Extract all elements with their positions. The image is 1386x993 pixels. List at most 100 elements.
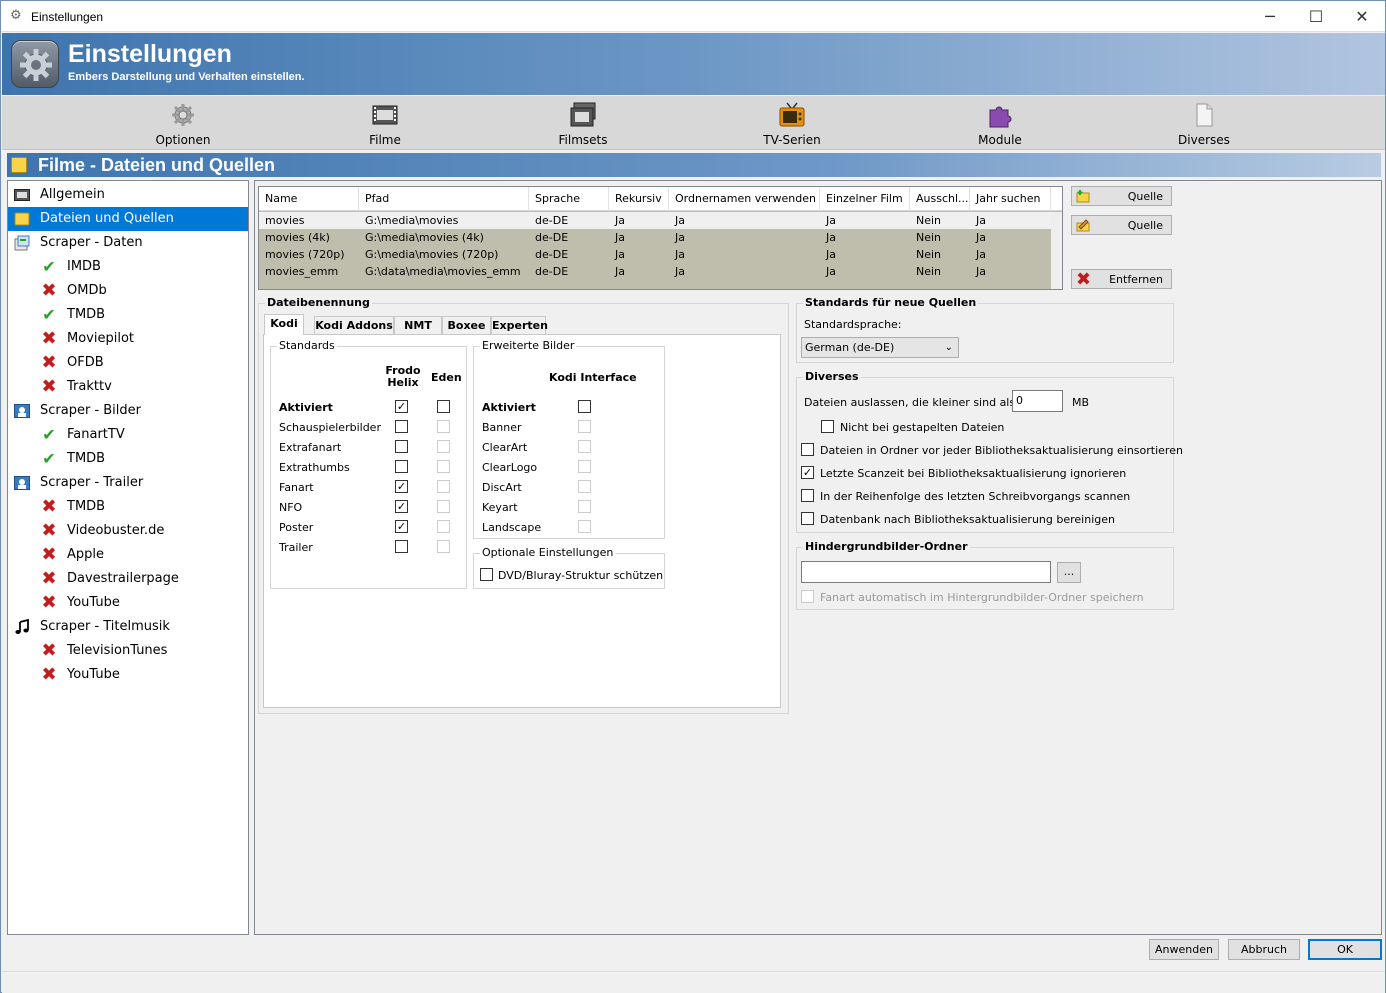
tree-item[interactable]: ✖ Apple (8, 543, 248, 567)
toolbar-module[interactable]: Module (940, 99, 1060, 149)
table-cell: Ja (976, 248, 986, 261)
kodi-interface-checkbox (578, 520, 591, 533)
standards-row-label: Extrathumbs (279, 461, 350, 474)
frodo-helix-checkbox[interactable]: ✓ (395, 520, 408, 533)
tab-experten[interactable]: Experten (491, 316, 548, 335)
tree-item[interactable]: ✖ YouTube (8, 663, 248, 687)
column-header[interactable]: Jahr suchen (970, 187, 1051, 211)
tab-kodi-addons[interactable]: Kodi Addons (314, 316, 394, 335)
table-row[interactable]: movies_emm G:\data\media\movies_emm de-DE J… (259, 263, 1051, 280)
minimize-button[interactable]: ─ (1247, 1, 1293, 32)
sort-before-checkbox[interactable] (801, 443, 814, 456)
tree-item[interactable]: ✖ YouTube (8, 591, 248, 615)
dvd-bluray-checkbox[interactable] (480, 568, 493, 581)
sources-table[interactable]: Name Pfad Sprache Rekursiv Ordnernamen v… (258, 186, 1063, 290)
toolbar-filmsets[interactable]: Filmsets (523, 99, 643, 149)
cross-icon: ✖ (41, 328, 57, 349)
ignore-scan-checkbox[interactable]: ✓ (801, 466, 814, 479)
column-header[interactable]: Pfad (359, 187, 529, 211)
table-cell: de-DE (535, 265, 569, 278)
table-row[interactable]: movies (4k) G:\media\movies (4k) de-DE Ja Ja… (259, 229, 1051, 246)
frodo-helix-checkbox[interactable] (395, 540, 408, 553)
frodo-helix-checkbox[interactable]: ✓ (395, 400, 408, 413)
table-row[interactable]: movies (720p) G:\media\movies (720p) de-DE… (259, 246, 1051, 263)
tab-kodi[interactable]: Kodi (264, 314, 304, 335)
tree-item[interactable]: ✖ OFDB (8, 351, 248, 375)
table-cell: Ja (675, 265, 685, 278)
standards-row-label: Extrafanart (279, 441, 342, 454)
remove-source-label: Entfernen (1109, 273, 1163, 286)
settings-tree[interactable]: Allgemein Dateien und Quellen Scraper - Da… (7, 180, 249, 935)
header-banner: Einstellungen Embers Darstellung und Ver… (2, 33, 1385, 95)
column-header[interactable]: Ordnernamen verwenden (669, 187, 820, 211)
default-language-select[interactable]: German (de-DE) ⌄ (801, 337, 959, 358)
tree-item[interactable]: ✖ Davestrailerpage (8, 567, 248, 591)
kodi-interface-checkbox (578, 440, 591, 453)
tree-item[interactable]: ✖ TelevisionTunes (8, 639, 248, 663)
apply-button[interactable]: Anwenden (1149, 939, 1219, 960)
table-cell: Ja (826, 231, 836, 244)
ok-button[interactable]: OK (1308, 939, 1382, 960)
frodo-helix-checkbox[interactable] (395, 440, 408, 453)
edit-source-button[interactable]: Quelle (1071, 215, 1172, 235)
tree-item[interactable]: ✖ TMDB (8, 495, 248, 519)
settings-logo-icon (11, 40, 59, 88)
tree-item[interactable]: Dateien und Quellen (8, 207, 248, 231)
toolbar-filme[interactable]: Filme (325, 99, 445, 149)
tree-item[interactable]: ✔ TMDB (8, 303, 248, 327)
not-stacked-checkbox[interactable] (821, 420, 834, 433)
tree-item-label: Scraper - Bilder (40, 403, 141, 418)
tree-item[interactable]: ✖ Videobuster.de (8, 519, 248, 543)
tab-nmt[interactable]: NMT (394, 316, 442, 335)
tree-item[interactable]: Scraper - Bilder (8, 399, 248, 423)
column-header[interactable]: Einzelner Film (820, 187, 910, 211)
frodo-helix-checkbox[interactable] (395, 460, 408, 473)
tree-item-label: Moviepilot (67, 331, 134, 346)
table-row[interactable]: movies G:\media\movies de-DE Ja Ja Ja Nein Ja (259, 212, 1051, 229)
cleanup-checkbox[interactable] (801, 512, 814, 525)
tree-item-label: Davestrailerpage (67, 571, 179, 586)
vertical-scrollbar[interactable] (1051, 212, 1062, 289)
frodo-helix-checkbox[interactable]: ✓ (395, 480, 408, 493)
window-title: Einstellungen (31, 10, 104, 24)
frodo-helix-checkbox[interactable] (395, 420, 408, 433)
tree-item[interactable]: ✔ TMDB (8, 447, 248, 471)
tree-item[interactable]: ✔ FanartTV (8, 423, 248, 447)
cancel-button[interactable]: Abbruch (1228, 939, 1300, 960)
tree-item[interactable]: Allgemein (8, 183, 248, 207)
close-button[interactable]: ✕ (1339, 1, 1385, 32)
column-header[interactable]: Sprache (529, 187, 609, 211)
remove-source-button[interactable]: ✖ Entfernen (1071, 269, 1172, 289)
tree-item[interactable]: Scraper - Trailer (8, 471, 248, 495)
tree-item[interactable]: Scraper - Titelmusik (8, 615, 248, 639)
browse-button[interactable]: ... (1057, 562, 1081, 583)
eden-checkbox[interactable] (437, 400, 450, 413)
tree-item[interactable]: ✖ OMDb (8, 279, 248, 303)
toolbar-tv-serien[interactable]: TV-Serien (732, 99, 852, 149)
background-folder-input[interactable] (801, 561, 1051, 583)
tree-item-label: Videobuster.de (67, 523, 165, 538)
sort-before-label: Dateien in Ordner vor jeder Bibliotheksa… (820, 444, 1183, 457)
column-header[interactable]: Name (259, 187, 359, 211)
toolbar-optionen[interactable]: Optionen (123, 99, 243, 149)
extended-images-title: Erweiterte Bilder (480, 339, 577, 352)
tree-item[interactable]: ✔ IMDB (8, 255, 248, 279)
maximize-button[interactable]: ☐ (1293, 1, 1339, 32)
column-header[interactable]: Ausschl... (910, 187, 970, 211)
tree-item-label: Scraper - Daten (40, 235, 143, 250)
tree-item[interactable]: Scraper - Daten (8, 231, 248, 255)
tree-item-label: OFDB (67, 355, 104, 370)
scan-order-checkbox[interactable] (801, 489, 814, 502)
standards-row-label: Aktiviert (279, 401, 333, 414)
add-folder-icon (1076, 190, 1090, 203)
tree-item[interactable]: ✖ Moviepilot (8, 327, 248, 351)
add-source-button[interactable]: Quelle (1071, 186, 1172, 206)
tree-item[interactable]: ✖ Trakttv (8, 375, 248, 399)
tab-boxee[interactable]: Boxee (442, 316, 491, 335)
kodi-interface-checkbox[interactable] (578, 400, 591, 413)
frodo-helix-checkbox[interactable]: ✓ (395, 500, 408, 513)
toolbar-diverses[interactable]: Diverses (1144, 99, 1264, 149)
column-header[interactable]: Rekursiv (609, 187, 669, 211)
skip-size-input[interactable]: 0 (1012, 390, 1063, 412)
extended-row-label: Keyart (482, 501, 518, 514)
